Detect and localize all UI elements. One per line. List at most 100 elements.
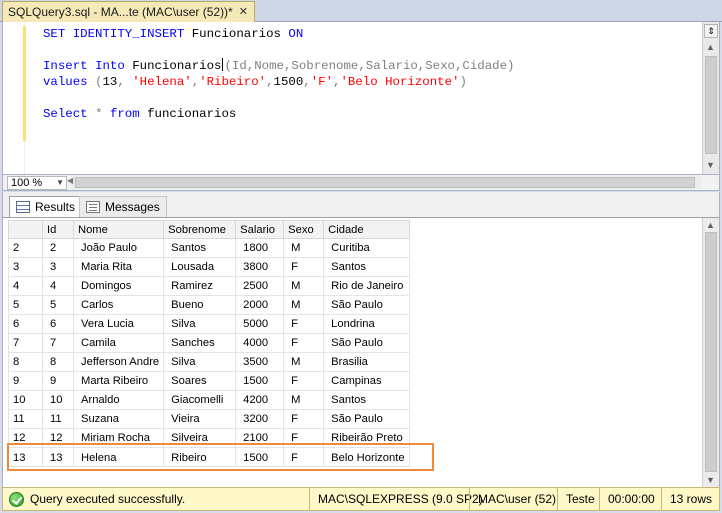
cell-id[interactable]: 7 xyxy=(42,333,74,353)
cell-cidade[interactable]: Londrina xyxy=(323,314,410,334)
cell-sobrenome[interactable]: Silva xyxy=(163,314,237,334)
editor-vertical-scrollbar[interactable]: ⇕ ▲ ▼ xyxy=(702,22,719,174)
cell-cidade[interactable]: Brasilia xyxy=(323,352,410,372)
cell-sobrenome[interactable]: Silva xyxy=(163,352,237,372)
chevron-down-icon[interactable]: ▼ xyxy=(56,177,64,189)
cell-sobrenome[interactable]: Santos xyxy=(163,238,237,258)
cell-sexo[interactable]: F xyxy=(283,409,325,429)
results-grid[interactable]: Id Nome Sobrenome Salario Sexo Cidade 22… xyxy=(8,220,410,467)
row-number[interactable]: 5 xyxy=(8,295,43,315)
query-document-tab[interactable]: SQLQuery3.sql - MA...te (MAC\user (52))*… xyxy=(2,1,255,22)
cell-sobrenome[interactable]: Soares xyxy=(163,371,237,391)
cell-id[interactable]: 2 xyxy=(42,238,74,258)
table-row[interactable]: 11 11 Suzana Vieira 3200 F São Paulo xyxy=(8,409,410,429)
column-header-sobrenome[interactable]: Sobrenome xyxy=(163,220,237,239)
cell-nome[interactable]: Maria Rita xyxy=(72,257,165,277)
scroll-up-icon[interactable]: ▲ xyxy=(706,42,715,52)
row-number[interactable]: 12 xyxy=(8,428,43,448)
cell-sexo[interactable]: F xyxy=(283,257,325,277)
cell-salario[interactable]: 5000 xyxy=(235,314,285,334)
cell-salario[interactable]: 3800 xyxy=(235,257,285,277)
cell-cidade[interactable]: Belo Horizonte xyxy=(323,447,410,467)
cell-sexo[interactable]: M xyxy=(283,390,325,410)
cell-nome[interactable]: Camila xyxy=(72,333,165,353)
cell-id[interactable]: 11 xyxy=(42,409,74,429)
cell-sobrenome[interactable]: Vieira xyxy=(163,409,237,429)
zoom-select[interactable]: 100 % ▼ xyxy=(7,176,67,190)
cell-sexo[interactable]: F xyxy=(283,314,325,334)
scroll-thumb[interactable] xyxy=(705,56,717,154)
cell-salario[interactable]: 3500 xyxy=(235,352,285,372)
cell-id[interactable]: 3 xyxy=(42,257,74,277)
cell-sexo[interactable]: M xyxy=(283,352,325,372)
cell-id[interactable]: 8 xyxy=(42,352,74,372)
column-header-cidade[interactable]: Cidade xyxy=(323,220,410,239)
row-number[interactable]: 11 xyxy=(8,409,43,429)
cell-nome[interactable]: Helena xyxy=(72,447,165,467)
cell-sexo[interactable]: F xyxy=(283,333,325,353)
scroll-left-icon[interactable]: ◀ xyxy=(67,176,73,185)
cell-sexo[interactable]: M xyxy=(283,238,325,258)
cell-salario[interactable]: 1500 xyxy=(235,371,285,391)
row-number[interactable]: 8 xyxy=(8,352,43,372)
cell-sobrenome[interactable]: Giacomelli xyxy=(163,390,237,410)
column-header-nome[interactable]: Nome xyxy=(72,220,165,239)
cell-id[interactable]: 4 xyxy=(42,276,74,296)
cell-cidade[interactable]: Ribeirão Preto xyxy=(323,428,410,448)
cell-sobrenome[interactable]: Silveira xyxy=(163,428,237,448)
table-row[interactable]: 8 8 Jefferson Andre Silva 3500 M Brasilia xyxy=(8,352,410,372)
cell-id[interactable]: 13 xyxy=(42,447,74,467)
editor-horizontal-scrollbar[interactable]: ◀ xyxy=(67,176,701,189)
cell-cidade[interactable]: Campinas xyxy=(323,371,410,391)
cell-sexo[interactable]: F xyxy=(283,447,325,467)
cell-id[interactable]: 9 xyxy=(42,371,74,391)
cell-cidade[interactable]: São Paulo xyxy=(323,333,410,353)
row-number[interactable]: 13 xyxy=(8,447,43,467)
cell-salario[interactable]: 2500 xyxy=(235,276,285,296)
cell-sexo[interactable]: F xyxy=(283,428,325,448)
row-number[interactable]: 7 xyxy=(8,333,43,353)
scroll-up-icon[interactable]: ▲ xyxy=(706,220,715,230)
cell-sobrenome[interactable]: Ramirez xyxy=(163,276,237,296)
row-number[interactable]: 6 xyxy=(8,314,43,334)
row-number[interactable]: 10 xyxy=(8,390,43,410)
cell-salario[interactable]: 4000 xyxy=(235,333,285,353)
column-header-salario[interactable]: Salario xyxy=(235,220,285,239)
sql-code[interactable]: SET IDENTITY_INSERT Funcionarios ON Inse… xyxy=(43,26,514,122)
scroll-thumb[interactable] xyxy=(75,177,695,188)
tab-results[interactable]: Results xyxy=(9,196,83,217)
cell-nome[interactable]: Suzana xyxy=(72,409,165,429)
cell-id[interactable]: 6 xyxy=(42,314,74,334)
cell-salario[interactable]: 1800 xyxy=(235,238,285,258)
scroll-thumb[interactable] xyxy=(705,232,717,472)
cell-cidade[interactable]: Santos xyxy=(323,390,410,410)
cell-nome[interactable]: Jefferson Andre xyxy=(72,352,165,372)
table-row[interactable]: 2 2 João Paulo Santos 1800 M Curitiba xyxy=(8,238,410,258)
results-vertical-scrollbar[interactable]: ▲ ▼ xyxy=(702,218,719,487)
cell-id[interactable]: 10 xyxy=(42,390,74,410)
cell-nome[interactable]: Arnaldo xyxy=(72,390,165,410)
cell-nome[interactable]: Marta Ribeiro xyxy=(72,371,165,391)
cell-cidade[interactable]: Curitiba xyxy=(323,238,410,258)
row-number[interactable]: 2 xyxy=(8,238,43,258)
query-editor[interactable]: SET IDENTITY_INSERT Funcionarios ON Inse… xyxy=(2,22,720,174)
cell-sobrenome[interactable]: Ribeiro xyxy=(163,447,237,467)
cell-cidade[interactable]: São Paulo xyxy=(323,295,410,315)
cell-sobrenome[interactable]: Lousada xyxy=(163,257,237,277)
cell-sexo[interactable]: M xyxy=(283,276,325,296)
cell-salario[interactable]: 3200 xyxy=(235,409,285,429)
cell-nome[interactable]: Carlos xyxy=(72,295,165,315)
close-icon[interactable]: ✕ xyxy=(239,6,248,18)
cell-salario[interactable]: 2100 xyxy=(235,428,285,448)
table-row[interactable]: 4 4 Domingos Ramirez 2500 M Rio de Janeiro xyxy=(8,276,410,296)
cell-cidade[interactable]: Santos xyxy=(323,257,410,277)
row-number[interactable]: 4 xyxy=(8,276,43,296)
cell-nome[interactable]: Miriam Rocha xyxy=(72,428,165,448)
cell-sobrenome[interactable]: Bueno xyxy=(163,295,237,315)
row-number[interactable]: 3 xyxy=(8,257,43,277)
table-row[interactable]: 10 10 Arnaldo Giacomelli 4200 M Santos xyxy=(8,390,410,410)
table-row[interactable]: 7 7 Camila Sanches 4000 F São Paulo xyxy=(8,333,410,353)
column-header-id[interactable]: Id xyxy=(42,220,74,239)
table-row[interactable]: 9 9 Marta Ribeiro Soares 1500 F Campinas xyxy=(8,371,410,391)
table-row[interactable]: 5 5 Carlos Bueno 2000 M São Paulo xyxy=(8,295,410,315)
